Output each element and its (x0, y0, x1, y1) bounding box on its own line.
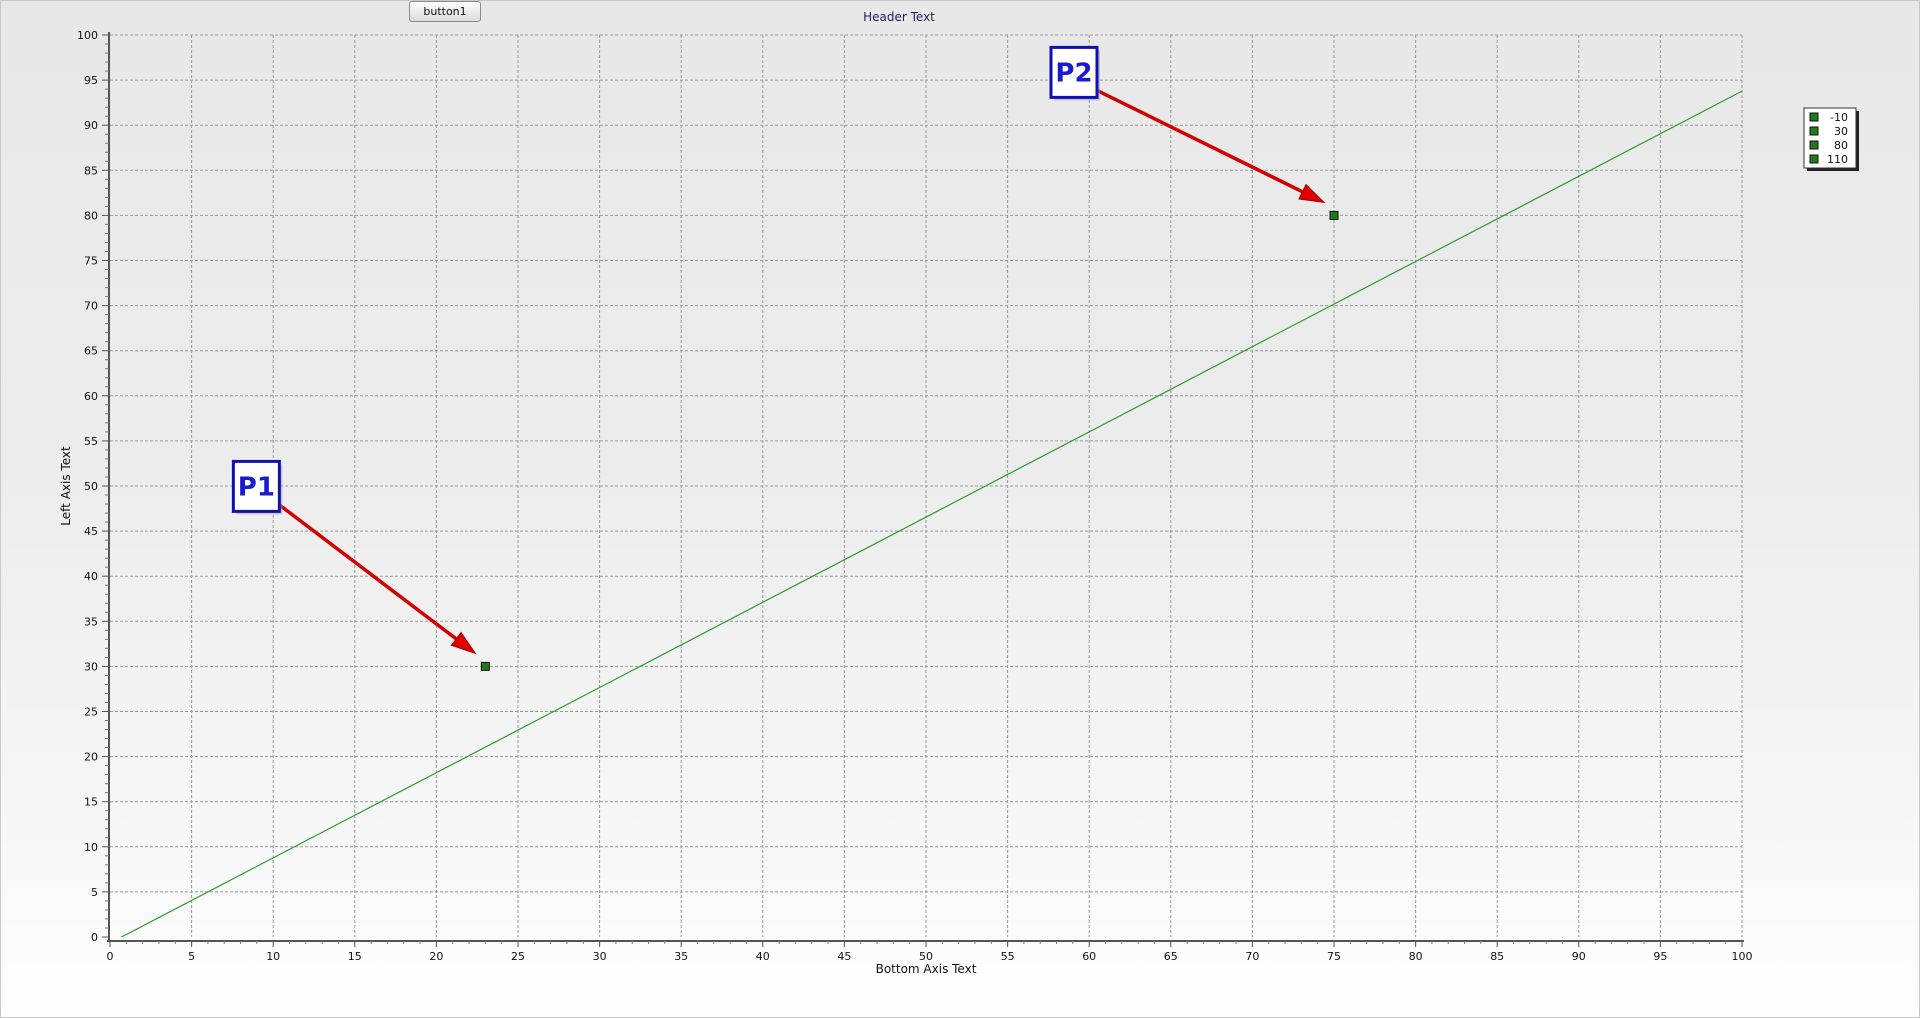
y-tick-label: 40 (84, 570, 98, 583)
x-tick-label: 65 (1164, 950, 1178, 963)
x-tick-label: 85 (1490, 950, 1504, 963)
y-tick-label: 95 (84, 74, 98, 87)
x-tick-label: 20 (429, 950, 443, 963)
y-tick-label: 20 (84, 751, 98, 764)
x-tick-label: 15 (348, 950, 362, 963)
y-tick-label: 60 (84, 390, 98, 403)
y-tick-label: 100 (77, 29, 98, 42)
y-tick-label: 85 (84, 164, 98, 177)
y-tick-label: 35 (84, 615, 98, 628)
x-tick-label: 30 (593, 950, 607, 963)
x-tick-label: 80 (1409, 950, 1423, 963)
callout-arrow-head (450, 631, 477, 655)
y-tick-label: 45 (84, 525, 98, 538)
chart-canvas: 0 5 10 15 20 25 30 35 40 45 50 55 60 65 70 75 80 85 90 95 10… (59, 29, 1859, 976)
callout-label: P1 (238, 472, 275, 502)
x-tick-label: 55 (1001, 950, 1015, 963)
legend-marker (1809, 154, 1819, 164)
x-tick-label: 40 (756, 950, 770, 963)
y-tick-label: 5 (91, 886, 98, 899)
callout-arrow-head (1298, 183, 1326, 204)
grid (110, 34, 1743, 937)
x-tick-label: 90 (1572, 950, 1586, 963)
x-tick-label: 10 (266, 950, 280, 963)
x-tick-label: 70 (1245, 950, 1259, 963)
legend-label: 110 (1827, 153, 1848, 166)
y-tick-label: 70 (84, 300, 98, 313)
x-tick-label: 25 (511, 950, 525, 963)
callout-label: P2 (1055, 58, 1092, 88)
y-tick-label: 15 (84, 796, 98, 809)
axes: 0 5 10 15 20 25 30 35 40 45 50 55 60 65 70 75 80 85 90 95 10… (59, 29, 1753, 976)
series-line (120, 90, 1742, 937)
x-tick-label: 75 (1327, 950, 1341, 963)
callout-arrow-shaft (276, 502, 458, 641)
legend-marker (1809, 112, 1819, 122)
legend-marker (1809, 140, 1819, 150)
x-tick-label: 60 (1082, 950, 1096, 963)
x-tick-label: 0 (107, 950, 114, 963)
y-tick-label: 30 (84, 660, 98, 673)
y-axis-title: Left Axis Text (59, 446, 73, 526)
plot-area (120, 90, 1742, 937)
legend: -103080110 (1803, 107, 1859, 171)
y-tick-label: 90 (84, 119, 98, 132)
data-point-marker (1329, 210, 1339, 220)
y-tick-label: 25 (84, 706, 98, 719)
x-tick-label: 5 (188, 950, 195, 963)
x-tick-label: 35 (674, 950, 688, 963)
legend-label: 80 (1834, 139, 1848, 152)
x-tick-label: 95 (1653, 950, 1667, 963)
y-tick-label: 50 (84, 480, 98, 493)
callout-arrow-shaft (1094, 87, 1304, 194)
x-axis-title: Bottom Axis Text (876, 962, 977, 976)
y-tick-label: 65 (84, 345, 98, 358)
data-point-marker (480, 661, 490, 671)
legend-label: 30 (1834, 125, 1848, 138)
x-tick-label: 100 (1732, 950, 1753, 963)
legend-marker (1809, 126, 1819, 136)
y-tick-label: 0 (91, 931, 98, 944)
y-tick-label: 80 (84, 209, 98, 222)
legend-label: -10 (1830, 111, 1848, 124)
y-tick-label: 10 (84, 841, 98, 854)
x-tick-label: 45 (837, 950, 851, 963)
y-tick-label: 55 (84, 435, 98, 448)
y-tick-label: 75 (84, 255, 98, 268)
